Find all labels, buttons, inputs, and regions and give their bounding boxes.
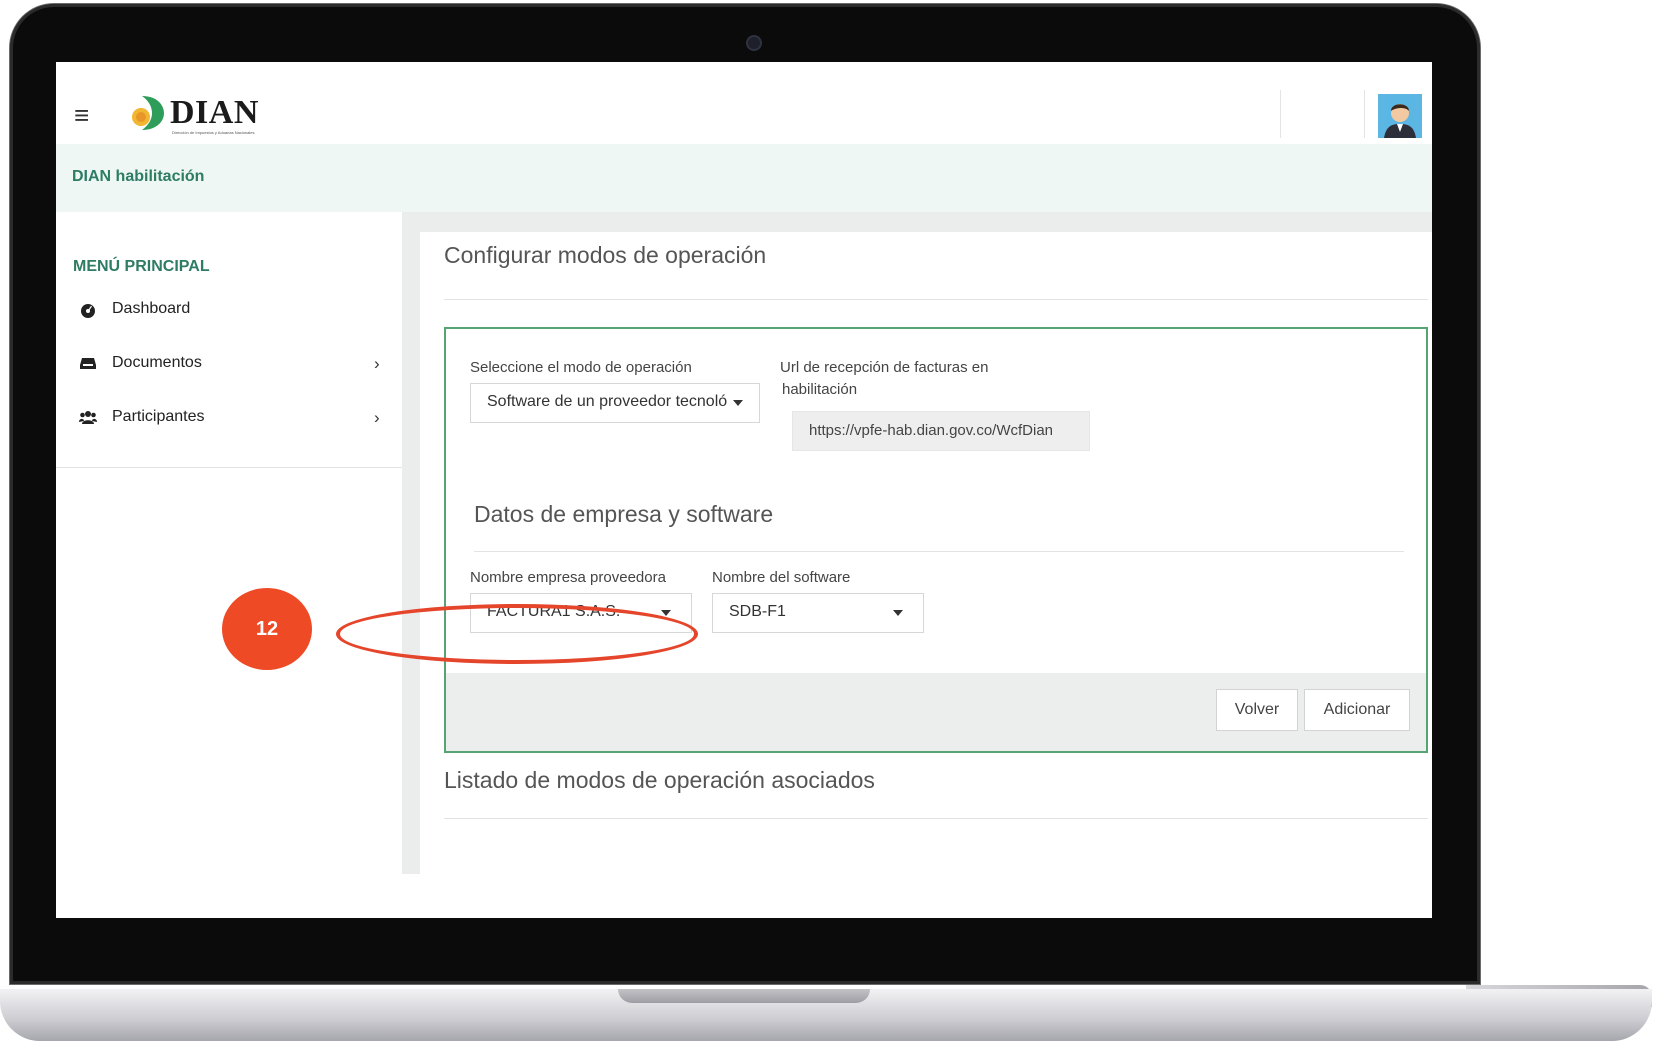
chevron-right-icon: › (374, 408, 380, 427)
environment-header: DIAN habilitación (56, 144, 1432, 212)
dian-logo: DIAN Dirección de Impuestos y Aduanas Na… (128, 92, 268, 136)
operation-mode-value: Software de un proveedor tecnoló (487, 393, 728, 410)
caret-down-icon (661, 610, 671, 616)
back-button[interactable]: Volver (1216, 689, 1298, 731)
list-divider (444, 818, 1428, 819)
url-label-line2: habilitación (782, 381, 858, 398)
dian-emblem-icon (132, 96, 164, 130)
reception-url-value: https://vpfe-hab.dian.gov.co/WcfDian (809, 422, 1054, 439)
software-label: Nombre del software (712, 569, 851, 586)
sidebar-item-participantes[interactable]: Participantes › (56, 400, 402, 440)
sidebar-item-documentos[interactable]: Documentos › (56, 346, 402, 386)
page-title: Configurar modos de operación (444, 242, 767, 268)
hamburger-menu-icon[interactable]: ≡ (74, 102, 89, 128)
sidebar: MENÚ PRINCIPAL Dashboard Documentos › Pa… (56, 212, 402, 918)
screen-blank-area (56, 874, 1432, 918)
caret-down-icon (733, 400, 743, 406)
chevron-right-icon: › (374, 354, 380, 373)
caret-down-icon (893, 610, 903, 616)
logo-subtitle: Dirección de Impuestos y Aduanas Naciona… (172, 130, 255, 135)
top-navbar: ≡ DIAN Dirección de Impuestos y Aduanas … (56, 62, 1432, 145)
laptop-notch (618, 989, 870, 1003)
sidebar-item-dashboard[interactable]: Dashboard (56, 292, 402, 332)
user-avatar[interactable] (1378, 94, 1422, 138)
associated-modes-title: Listado de modos de operación asociados (444, 767, 875, 793)
inbox-icon (78, 356, 98, 372)
sidebar-item-label: Dashboard (112, 300, 191, 317)
software-select[interactable]: SDB-F1 (712, 593, 924, 633)
dashboard-icon (78, 302, 98, 318)
add-button[interactable]: Adicionar (1304, 689, 1410, 731)
company-label: Nombre empresa proveedora (470, 569, 666, 586)
laptop-base (0, 989, 1652, 1041)
mode-label: Seleccione el modo de operación (470, 359, 692, 376)
url-label: Url de recepción de facturas en (780, 359, 989, 376)
app-screen: ≡ DIAN Dirección de Impuestos y Aduanas … (56, 62, 1432, 918)
topbar-divider (1364, 90, 1365, 138)
section-title: Datos de empresa y software (474, 501, 774, 527)
logo-text: DIAN (170, 94, 259, 131)
user-avatar-icon (1378, 94, 1422, 138)
title-divider (444, 299, 1428, 300)
topbar-divider (1280, 90, 1281, 138)
reception-url-field[interactable]: https://vpfe-hab.dian.gov.co/WcfDian (792, 411, 1090, 451)
section-divider (474, 551, 1404, 552)
software-value: SDB-F1 (729, 603, 786, 620)
users-icon (78, 410, 98, 426)
environment-title: DIAN habilitación (72, 168, 205, 185)
camera-icon (746, 35, 762, 51)
operation-mode-select[interactable]: Software de un proveedor tecnoló (470, 383, 760, 423)
step-number-badge: 12 (222, 588, 312, 670)
sidebar-item-label: Documentos (112, 354, 202, 371)
operation-mode-form: Seleccione el modo de operación Software… (444, 327, 1428, 753)
sidebar-divider (56, 467, 402, 468)
form-footer: Volver Adicionar (446, 673, 1426, 751)
sidebar-item-label: Participantes (112, 408, 205, 425)
highlight-ellipse (336, 604, 698, 664)
sidebar-menu-title: MENÚ PRINCIPAL (73, 258, 210, 275)
